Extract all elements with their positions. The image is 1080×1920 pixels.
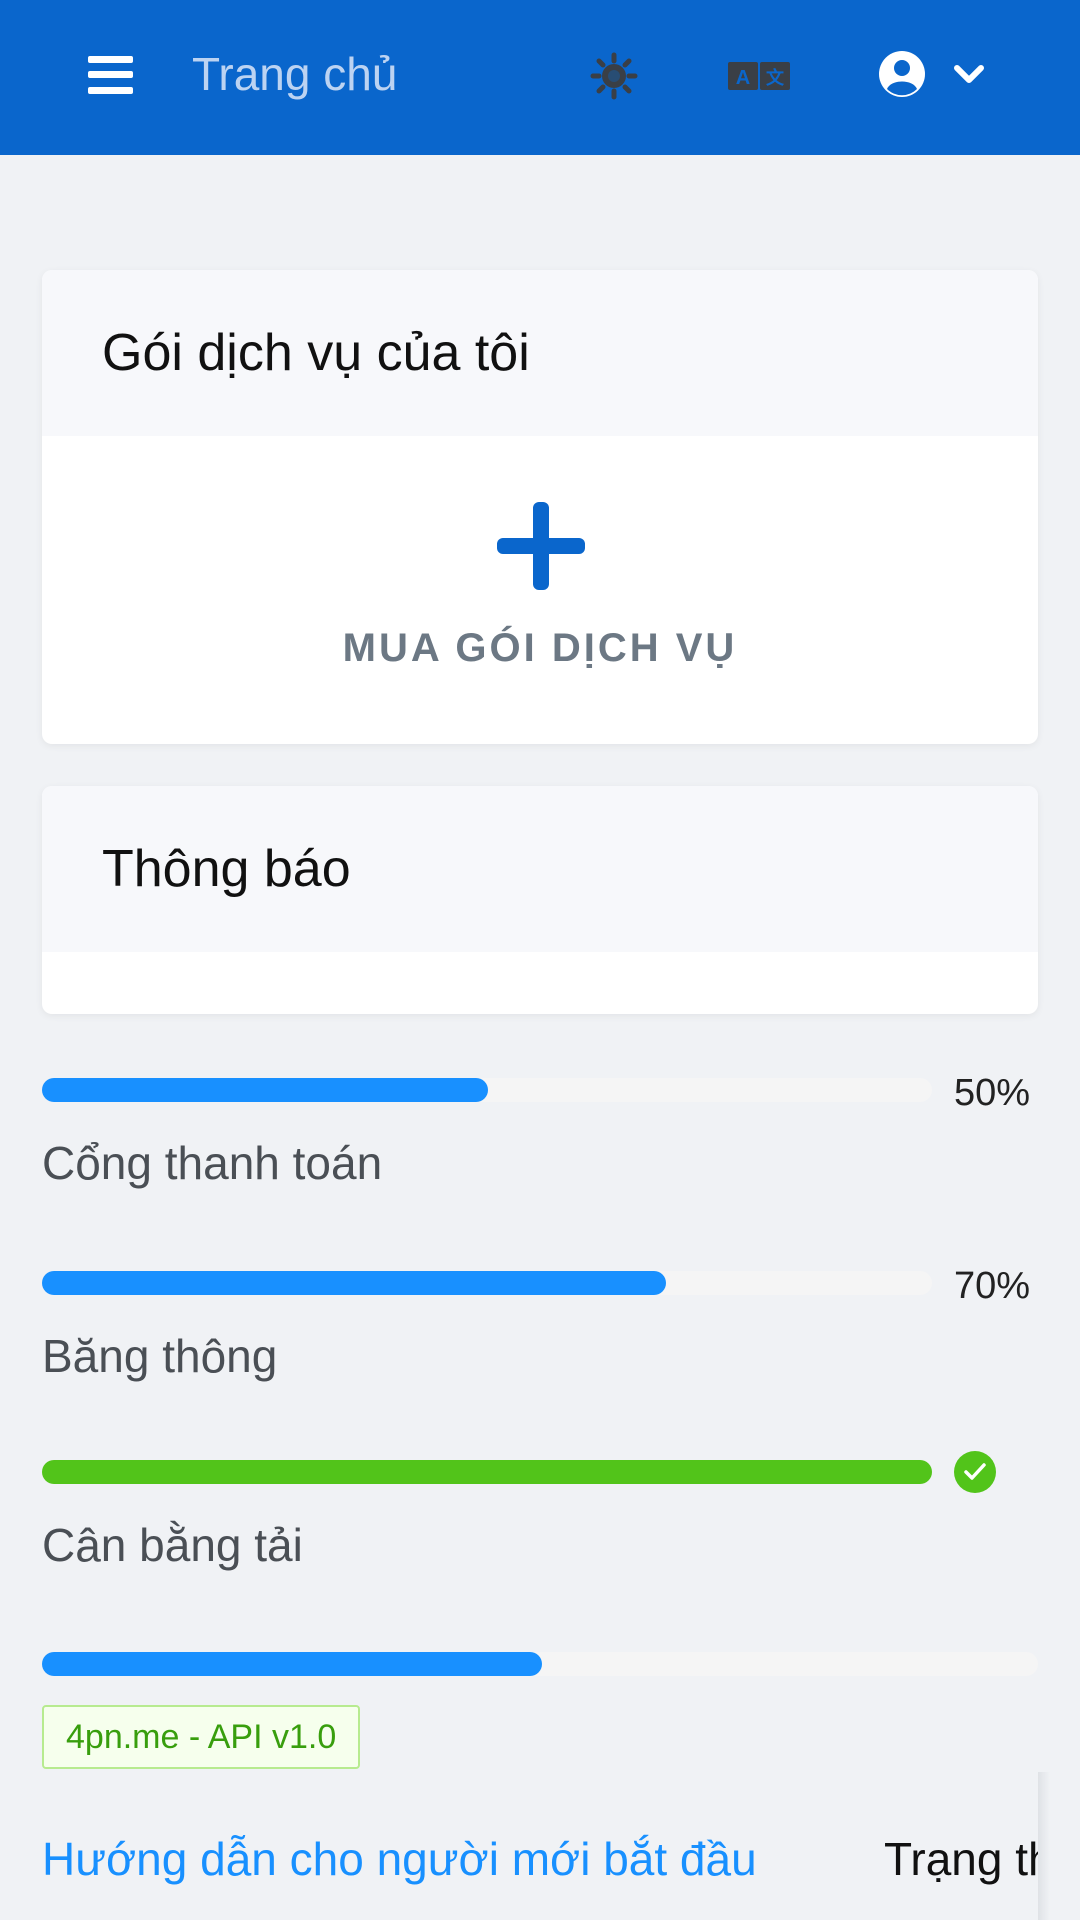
translate-icon[interactable]: A 文 bbox=[728, 58, 790, 94]
svg-text:A: A bbox=[736, 67, 750, 89]
progress-label: Băng thông bbox=[42, 1330, 278, 1382]
svg-text:文: 文 bbox=[766, 67, 785, 88]
progress-label: Cân bằng tải bbox=[42, 1519, 303, 1571]
progress-label: Cổng thanh toán bbox=[42, 1137, 383, 1189]
progress-track bbox=[42, 1271, 932, 1295]
version-tag: 4pn.me - API v1.0 bbox=[42, 1705, 361, 1769]
menu-icon[interactable] bbox=[88, 56, 133, 94]
sun-icon[interactable] bbox=[590, 52, 638, 100]
subscriptions-card: Gói dịch vụ của tôi MUA GÓI DỊCH VỤ bbox=[42, 270, 1038, 744]
subscriptions-card-title: Gói dịch vụ của tôi bbox=[102, 324, 530, 382]
user-circle-icon[interactable] bbox=[878, 50, 926, 98]
progress-track bbox=[42, 1460, 932, 1484]
progress-track bbox=[42, 1078, 932, 1102]
notifications-card: Thông báo bbox=[42, 786, 1038, 1014]
status-link[interactable]: Trạng thái bbox=[884, 1832, 1038, 1886]
notifications-card-header: Thông báo bbox=[42, 786, 1038, 952]
progress-track bbox=[42, 1652, 1038, 1676]
progress-fill bbox=[42, 1271, 666, 1295]
chevron-down-icon[interactable] bbox=[952, 60, 986, 88]
progress-fill bbox=[42, 1460, 932, 1484]
progress-percent: 50% bbox=[954, 1072, 1031, 1114]
progress-percent: 70% bbox=[954, 1265, 1031, 1307]
check-circle-icon bbox=[954, 1451, 996, 1493]
buy-subscription-label: MUA GÓI DỊCH VỤ bbox=[342, 626, 738, 670]
progress-fill bbox=[42, 1078, 488, 1102]
notifications-card-title: Thông báo bbox=[102, 840, 351, 898]
progress-fill bbox=[42, 1652, 542, 1676]
plus-icon bbox=[497, 502, 585, 590]
subscriptions-card-header: Gói dịch vụ của tôi bbox=[42, 270, 1038, 436]
scroll-edge bbox=[1038, 1772, 1050, 1920]
beginner-guide-link[interactable]: Hướng dẫn cho người mới bắt đầu bbox=[42, 1832, 757, 1886]
buy-subscription-button[interactable]: MUA GÓI DỊCH VỤ bbox=[42, 436, 1038, 744]
top-app-bar: Trang chủ A 文 bbox=[0, 0, 1080, 155]
page-title: Trang chủ bbox=[192, 48, 398, 100]
